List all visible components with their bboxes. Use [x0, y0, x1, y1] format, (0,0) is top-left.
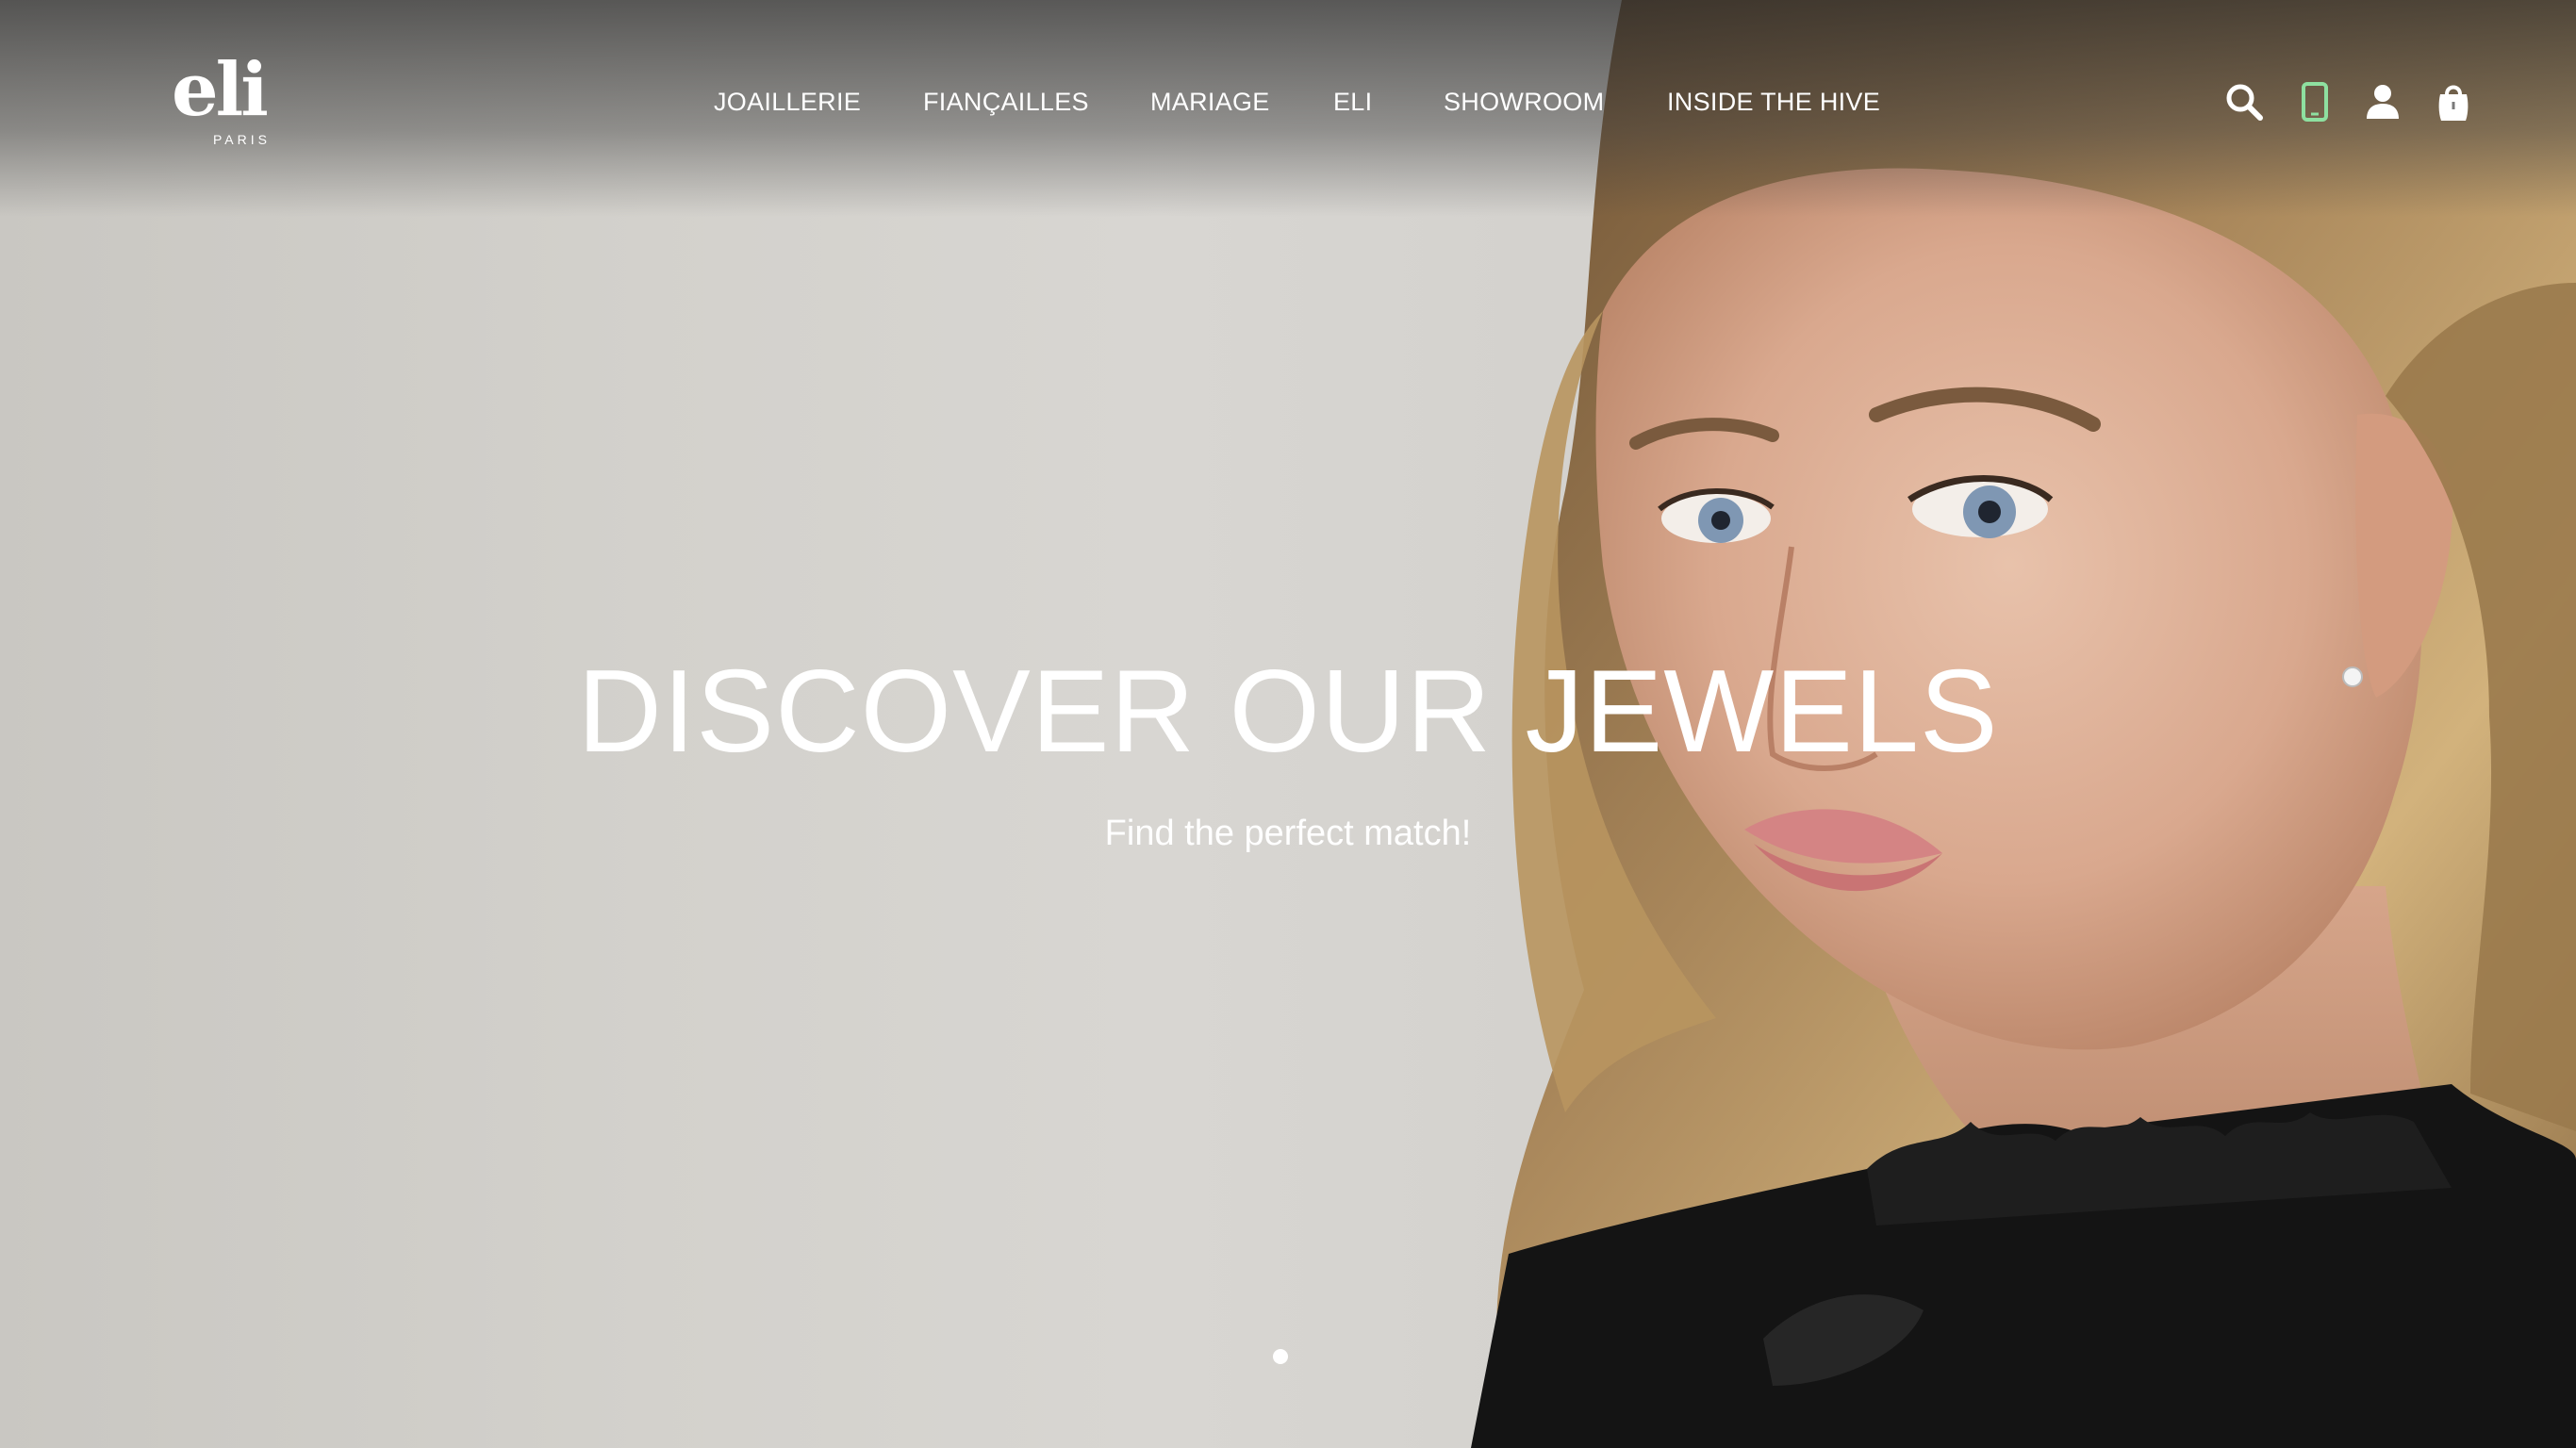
user-icon	[2367, 85, 2399, 119]
search-button[interactable]	[2221, 79, 2267, 124]
hero-subtitle: Find the perfect match!	[1104, 814, 1472, 853]
main-nav: JOAILLERIE FIANÇAILLES MARIAGE ELI SHOWR…	[0, 83, 2576, 124]
nav-item-eli[interactable]: ELI	[1333, 83, 1372, 121]
site-header: eli PARIS JOAILLERIE FIANÇAILLES MARIAGE…	[0, 0, 2576, 207]
hero-title: DISCOVER OUR JEWELS	[577, 647, 1999, 777]
phone-button[interactable]	[2292, 79, 2337, 124]
account-button[interactable]	[2360, 79, 2405, 124]
carousel-dot-active[interactable]	[1273, 1349, 1288, 1364]
nav-item-inside-the-hive[interactable]: INSIDE THE HIVE	[1667, 83, 1880, 121]
nav-item-fiancailles[interactable]: FIANÇAILLES	[923, 83, 1089, 121]
phone-icon	[2302, 82, 2328, 122]
nav-item-showroom[interactable]: SHOWROOM	[1444, 83, 1604, 121]
carousel-dots	[1273, 1349, 1288, 1366]
nav-item-mariage[interactable]: MARIAGE	[1150, 83, 1270, 121]
nav-item-joaillerie[interactable]: JOAILLERIE	[714, 83, 861, 121]
shopping-bag-icon	[2438, 85, 2469, 121]
brand-logo-subtitle: PARIS	[213, 132, 271, 147]
search-icon	[2226, 84, 2263, 121]
cart-button[interactable]	[2431, 79, 2476, 124]
